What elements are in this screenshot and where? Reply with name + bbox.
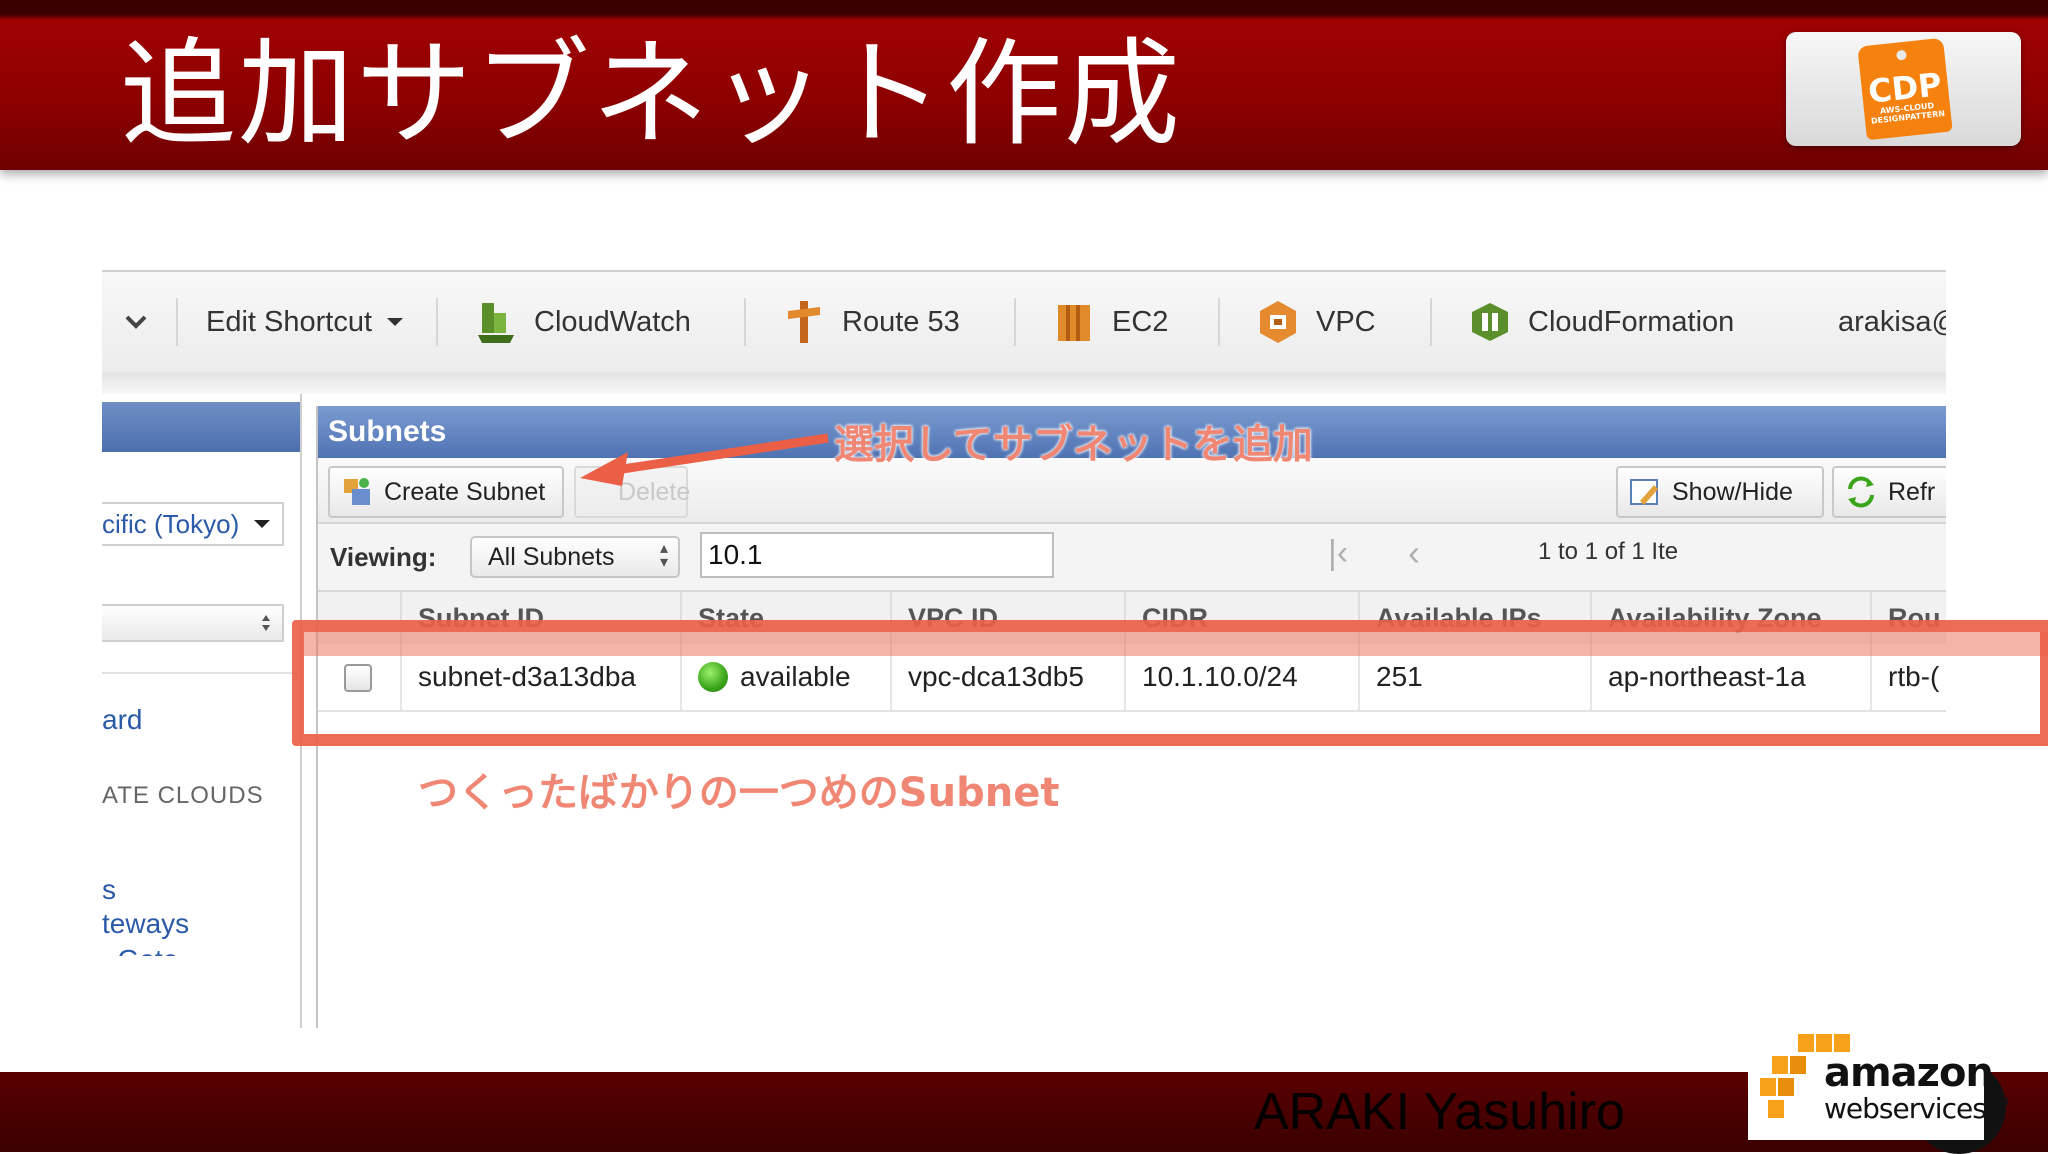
refresh-icon: [1848, 476, 1874, 508]
cloudformation-icon: [1472, 303, 1508, 341]
region-label: cific (Tokyo): [102, 508, 240, 539]
annotation-first-subnet: つくったばかりの一つめのSubnet: [418, 770, 1060, 816]
create-subnet-button[interactable]: Create Subnet: [328, 466, 564, 518]
create-subnet-label: Create Subnet: [384, 477, 546, 506]
cdp-logo: CDP AWS-CLOUD DESIGNPATTERN: [1786, 32, 2021, 146]
aws-amazon-wordmark: amazon: [1824, 1050, 1994, 1096]
console-topbar: Edit Shortcut CloudWatch Route 53 EC2 VP…: [102, 270, 1946, 374]
aws-webservices-wordmark: webservices™: [1824, 1092, 2014, 1125]
region-select[interactable]: cific (Tokyo): [102, 502, 284, 546]
slide-footer: [0, 1072, 2048, 1152]
shortcut-ec2[interactable]: EC2: [1054, 272, 1168, 372]
edit-shortcut-menu[interactable]: Edit Shortcut: [206, 272, 404, 372]
chevron-down-icon: [125, 315, 147, 329]
sidebar-link-gateways[interactable]: teways: [102, 908, 189, 940]
filter-value: 10.1: [708, 539, 763, 570]
shortcut-vpc[interactable]: VPC: [1258, 272, 1376, 372]
refresh-button[interactable]: Refr: [1832, 466, 1946, 518]
first-page-icon[interactable]: |‹: [1328, 534, 1348, 573]
ec2-icon: [1058, 305, 1090, 341]
previous-page-icon[interactable]: ‹: [1408, 532, 1420, 574]
aws-logo: amazon webservices™: [1748, 1022, 2014, 1140]
shortcut-cloudwatch[interactable]: CloudWatch: [476, 272, 691, 372]
refresh-label: Refr: [1888, 477, 1936, 506]
sidebar: cific (Tokyo) ard ATE CLOUDS s teways ..…: [102, 394, 302, 1028]
sidebar-link-wizard[interactable]: ard: [102, 704, 142, 736]
row-highlight-box: [292, 620, 2048, 746]
show-hide-icon: [1630, 479, 1658, 505]
services-dropdown[interactable]: [124, 272, 148, 372]
show-hide-label: Show/Hide: [1672, 477, 1793, 506]
vpc-label: VPC: [1316, 305, 1376, 338]
cdp-tag-icon: CDP AWS-CLOUD DESIGNPATTERN: [1857, 37, 1953, 141]
sidebar-link-3[interactable]: ..Gate: [102, 944, 178, 956]
cloudwatch-icon: [478, 303, 514, 343]
create-subnet-icon: [344, 478, 370, 505]
pagination-text: 1 to 1 of 1 Ite: [1538, 538, 1679, 565]
username-label: arakisa@: [1838, 305, 1946, 338]
filter-input[interactable]: 10.1: [700, 532, 1054, 578]
viewing-select[interactable]: All Subnets ▴ ▾: [470, 536, 680, 578]
cloudwatch-label: CloudWatch: [534, 305, 691, 338]
cloudformation-label: CloudFormation: [1528, 305, 1735, 338]
slide-title: 追加サブネット作成: [120, 27, 1182, 162]
shortcut-cloudformation[interactable]: CloudFormation: [1470, 272, 1734, 372]
author-name: ARAKI Yasuhiro: [1254, 1083, 1625, 1141]
caret-down-icon: [387, 318, 404, 326]
vpc-icon: [1260, 301, 1296, 343]
route53-icon: [788, 301, 820, 343]
ec2-label: EC2: [1112, 305, 1169, 338]
show-hide-button[interactable]: Show/Hide: [1616, 466, 1824, 518]
viewing-select-value: All Subnets: [488, 542, 615, 571]
updown-arrow-icon: ▴ ▾: [659, 540, 668, 571]
sidebar-link-1[interactable]: s: [102, 874, 116, 906]
edit-shortcut-label: Edit Shortcut: [206, 305, 373, 338]
caret-down-icon: [254, 520, 271, 528]
viewing-row: Viewing: All Subnets ▴ ▾ 10.1 |‹ ‹ 1 to 1…: [318, 524, 1946, 592]
viewing-label: Viewing:: [330, 542, 437, 572]
topbar-shadow: [102, 372, 1946, 394]
annotation-arrow-icon: [580, 433, 829, 486]
vpc-filter-select[interactable]: [102, 604, 284, 642]
updown-arrow-icon: [262, 615, 270, 631]
sidebar-header: [102, 402, 300, 452]
slide-header: 追加サブネット作成 CDP AWS-CLOUD DESIGNPATTERN: [0, 0, 2048, 170]
sidebar-section-private-clouds: ATE CLOUDS: [102, 782, 264, 809]
panel-title: Subnets: [328, 415, 447, 448]
shortcut-route53[interactable]: Route 53: [784, 272, 960, 372]
route53-label: Route 53: [842, 305, 960, 338]
user-menu[interactable]: arakisa@: [1838, 272, 1946, 372]
annotation-select-and-add: 選択してサブネットを追加: [834, 422, 1313, 468]
